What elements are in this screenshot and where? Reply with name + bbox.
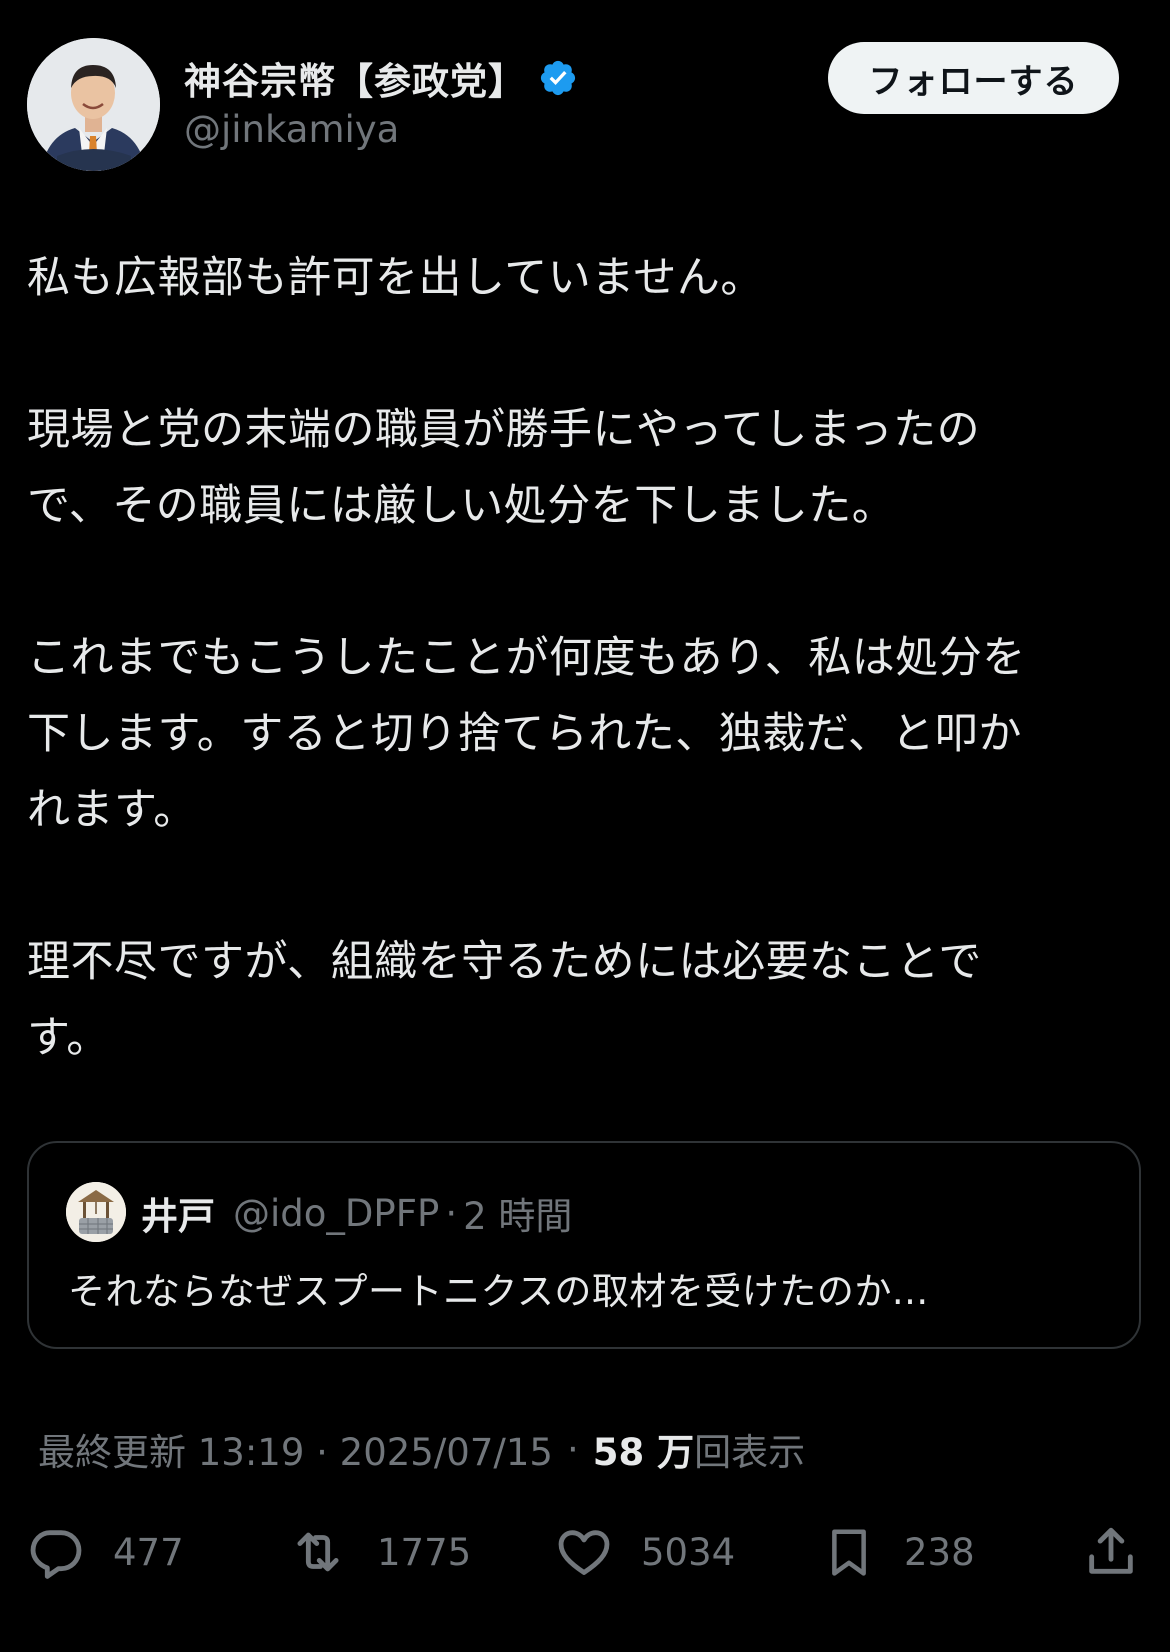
quoted-author-avatar[interactable] bbox=[66, 1182, 126, 1242]
author-name-row: 神谷宗幣【参政党】 bbox=[184, 50, 578, 106]
quoted-author-handle[interactable]: @ido_DPFP bbox=[233, 1192, 439, 1235]
views-count: 58 万 bbox=[592, 1431, 695, 1474]
quoted-tweet-text: それならなぜスプートニクスの取材を受けたのか... bbox=[68, 1270, 929, 1313]
repost-button[interactable]: 1775 bbox=[287, 1520, 471, 1584]
separator-dot: · bbox=[445, 1191, 458, 1235]
tweet-text: 私も広報部も許可を出していません。 現場と党の末端の職員が勝手にやってしまったの… bbox=[27, 240, 1147, 1076]
bookmark-button[interactable]: 238 bbox=[822, 1520, 975, 1584]
tweet-paragraph: 理不尽ですが、組織を守るためには必要なことで す。 bbox=[27, 924, 1147, 1076]
reply-icon bbox=[27, 1523, 85, 1581]
tweet-timestamp[interactable]: 最終更新 13:19 · 2025/07/15 bbox=[38, 1422, 553, 1476]
tweet-line: 理不尽ですが、組織を守るためには必要なことで bbox=[27, 937, 982, 987]
tweet-line: 私も広報部も許可を出していません。 bbox=[27, 253, 764, 303]
tweet-paragraph: 私も広報部も許可を出していません。 bbox=[27, 240, 1147, 316]
author-display-name[interactable]: 神谷宗幣【参政党】 bbox=[184, 51, 526, 105]
quoted-author-name[interactable]: 井戸 bbox=[141, 1186, 215, 1240]
tweet-line: す。 bbox=[27, 1013, 110, 1063]
share-icon bbox=[1082, 1523, 1140, 1581]
tweet-line: れます。 bbox=[27, 785, 197, 835]
tweet: 神谷宗幣【参政党】 @jinkamiya フォローする 私も広報部も許可を出して… bbox=[0, 0, 1170, 1652]
bookmark-count: 238 bbox=[904, 1530, 975, 1574]
tweet-line: 現場と党の末端の職員が勝手にやってしまったの bbox=[27, 405, 981, 455]
quoted-tweet-card[interactable]: 井戸 @ido_DPFP · 2 時間 それならなぜスプートニクスの取材を受けた… bbox=[27, 1141, 1141, 1349]
share-button[interactable] bbox=[1082, 1520, 1140, 1584]
like-button[interactable]: 5034 bbox=[555, 1520, 735, 1584]
tweet-line: で、その職員には厳しい処分を下しました。 bbox=[27, 481, 896, 531]
reply-count: 477 bbox=[113, 1530, 184, 1574]
reply-button[interactable]: 477 bbox=[27, 1520, 184, 1584]
author-handle[interactable]: @jinkamiya bbox=[184, 108, 399, 151]
bookmark-icon bbox=[822, 1523, 876, 1581]
separator-dot: · bbox=[566, 1427, 579, 1471]
repost-count: 1775 bbox=[377, 1530, 472, 1574]
tweet-paragraph: これまでもこうしたことが何度もあり、私は処分を 下します。すると切り捨てられた、… bbox=[27, 620, 1147, 848]
follow-button[interactable]: フォローする bbox=[828, 42, 1119, 114]
tweet-line: 下します。すると切り捨てられた、独裁だ、と叩か bbox=[27, 709, 1022, 759]
quoted-tweet-header: 井戸 @ido_DPFP · 2 時間 bbox=[141, 1183, 572, 1243]
views-label: 回表示 bbox=[694, 1431, 806, 1474]
tweet-meta: 最終更新 13:19 · 2025/07/15 · 58 万 回表示 bbox=[38, 1422, 806, 1476]
like-count: 5034 bbox=[641, 1530, 736, 1574]
action-bar: 477 1775 5034 238 bbox=[0, 1520, 1170, 1584]
quoted-tweet-timestamp[interactable]: 2 時間 bbox=[463, 1186, 572, 1240]
repost-icon bbox=[287, 1523, 349, 1581]
like-icon bbox=[555, 1523, 613, 1581]
tweet-paragraph: 現場と党の末端の職員が勝手にやってしまったの で、その職員には厳しい処分を下しま… bbox=[27, 392, 1147, 544]
verified-badge-icon[interactable] bbox=[538, 58, 578, 98]
tweet-line: これまでもこうしたことが何度もあり、私は処分を bbox=[27, 633, 1026, 683]
author-avatar[interactable] bbox=[27, 38, 160, 171]
